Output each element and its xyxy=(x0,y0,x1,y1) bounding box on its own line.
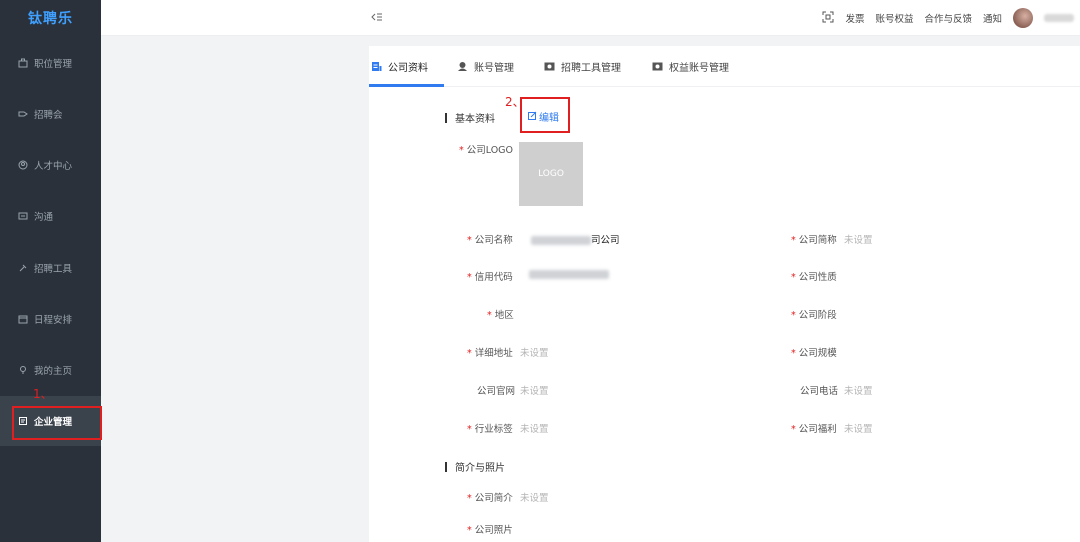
company-name-label: * 公司名称 xyxy=(467,235,513,246)
sidebar-item-label: 人才中心 xyxy=(34,161,73,172)
active-tab-indicator xyxy=(369,84,444,87)
tab-label: 公司资料 xyxy=(388,63,428,74)
industry-value: 未设置 xyxy=(520,424,549,435)
sidebar-item-talent[interactable]: 人才中心 xyxy=(0,140,101,190)
website-value: 未设置 xyxy=(520,386,549,397)
sidebar-item-label: 日程安排 xyxy=(34,315,73,326)
document-icon xyxy=(371,61,382,72)
intro-label: * 公司简介 xyxy=(467,493,513,504)
welfare-label: * 公司福利 xyxy=(791,424,837,435)
credit-code-label: * 信用代码 xyxy=(467,272,513,283)
notice-link[interactable]: 通知 xyxy=(983,11,1002,25)
tab-recruit-tools[interactable]: 招聘工具管理 xyxy=(544,46,621,87)
tab-bar: 公司资料 账号管理 招聘工具管理 权益账号管理 xyxy=(369,46,1080,87)
invoice-link[interactable]: 发票 xyxy=(845,11,864,25)
sidebar-item-fair[interactable]: 招聘会 xyxy=(0,89,101,139)
section-title-text: 基本资料 xyxy=(455,114,495,125)
blurred-text xyxy=(529,270,609,279)
region-label: * 地区 xyxy=(487,310,514,321)
sidebar-item-tools[interactable]: 招聘工具 xyxy=(0,243,101,293)
tab-rights-accounts[interactable]: 权益账号管理 xyxy=(652,46,729,87)
highlight-box-edit xyxy=(520,97,570,133)
company-logo-upload[interactable]: LOGO xyxy=(519,142,583,206)
chat-icon xyxy=(18,211,28,221)
calendar-icon xyxy=(18,314,28,324)
phone-label: 公司电话 xyxy=(800,386,839,397)
tools-icon xyxy=(18,263,28,273)
sidebar-item-schedule[interactable]: 日程安排 xyxy=(0,294,101,344)
sidebar-item-label: 职位管理 xyxy=(34,59,73,70)
pin-icon xyxy=(18,365,28,375)
sidebar-item-label: 招聘会 xyxy=(34,110,63,121)
tab-label: 权益账号管理 xyxy=(669,63,729,74)
sidebar-item-jobs[interactable]: 职位管理 xyxy=(0,38,101,88)
photos-label: * 公司照片 xyxy=(467,525,513,536)
website-label: 公司官网 xyxy=(477,386,516,397)
welfare-value: 未设置 xyxy=(844,424,873,435)
logo-label: * 公司LOGO xyxy=(459,145,514,156)
user-icon xyxy=(457,61,468,72)
feedback-link[interactable]: 合作与反馈 xyxy=(924,11,972,25)
nature-label: * 公司性质 xyxy=(791,272,837,283)
company-name-value: 司公司 xyxy=(531,232,620,246)
scale-label: * 公司规模 xyxy=(791,348,837,359)
intro-heading: 简介与照片 xyxy=(445,459,505,474)
briefcase-icon xyxy=(18,58,28,68)
tag-icon xyxy=(18,109,28,119)
sidebar-item-label: 沟通 xyxy=(34,212,54,223)
camera-icon xyxy=(652,61,663,72)
sidebar-item-chat[interactable]: 沟通 xyxy=(0,191,101,241)
basic-info-heading: 基本资料 xyxy=(445,110,495,125)
main-panel: 公司资料 账号管理 招聘工具管理 权益账号管理 基本资料 2、 编辑 * 公司L… xyxy=(369,46,1080,542)
sidebar-item-label: 我的主页 xyxy=(34,366,73,377)
section-bar xyxy=(445,112,447,123)
scan-icon[interactable] xyxy=(822,11,834,26)
tab-company-info[interactable]: 公司资料 xyxy=(371,46,428,87)
intro-value: 未设置 xyxy=(520,493,549,504)
section-title-text: 简介与照片 xyxy=(455,463,505,474)
highlight-box-company xyxy=(12,406,102,440)
app-logo[interactable]: 钛聘乐 xyxy=(0,0,101,36)
sidebar: 钛聘乐 职位管理 招聘会 人才中心 沟通 招聘工具 日程安排 我的主页 企业管理 xyxy=(0,0,101,542)
industry-label: * 行业标签 xyxy=(467,424,513,435)
collapse-menu-icon[interactable] xyxy=(371,11,383,23)
section-bar xyxy=(445,461,447,472)
tab-label: 账号管理 xyxy=(474,63,514,74)
stage-label: * 公司阶段 xyxy=(791,310,837,321)
address-value: 未设置 xyxy=(520,348,549,359)
tab-account[interactable]: 账号管理 xyxy=(457,46,514,87)
sidebar-item-label: 招聘工具 xyxy=(34,264,73,275)
annotation-step1: 1、 xyxy=(33,387,53,401)
camera-icon xyxy=(544,61,555,72)
avatar[interactable] xyxy=(1013,8,1033,28)
user-name-blurred[interactable] xyxy=(1044,14,1074,22)
credit-code-value xyxy=(529,269,609,280)
phone-value: 未设置 xyxy=(844,386,873,397)
tab-label: 招聘工具管理 xyxy=(561,63,621,74)
short-name-value: 未设置 xyxy=(844,235,873,246)
account-rights-link[interactable]: 账号权益 xyxy=(875,11,913,25)
blurred-text xyxy=(531,236,591,245)
topbar: 发票 账号权益 合作与反馈 通知 xyxy=(101,0,1080,36)
address-label: * 详细地址 xyxy=(467,348,513,359)
user-circle-icon xyxy=(18,160,28,170)
short-name-label: * 公司简称 xyxy=(791,235,837,246)
